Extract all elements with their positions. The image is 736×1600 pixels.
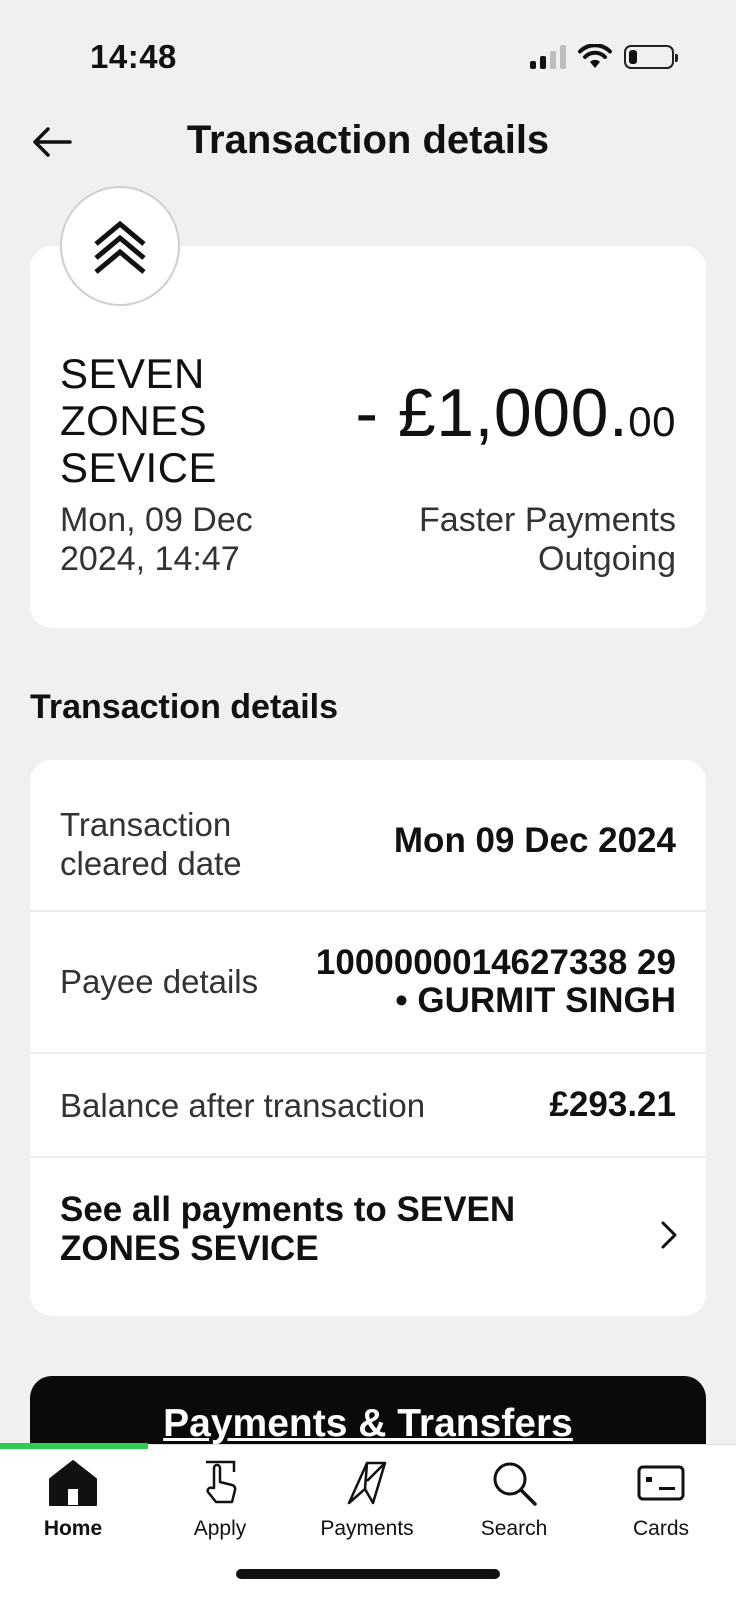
transaction-details-card: Transaction cleared date Mon 09 Dec 2024… [30, 760, 706, 1316]
payment-type: Faster Payments Outgoing [419, 501, 676, 578]
page-title: Transaction details [186, 118, 550, 162]
tab-payments[interactable]: Payments [302, 1455, 432, 1555]
see-all-label: See all payments to SEVEN ZONES SEVICE [60, 1190, 516, 1268]
detail-value: 1000000014627338 29 • GURMIT SINGH [315, 943, 676, 1020]
search-icon [493, 1462, 537, 1506]
tap-hand-icon [206, 1460, 237, 1504]
tab-label: Apply [193, 1517, 247, 1540]
amount-minor: 00 [628, 398, 676, 445]
tab-label: Search [480, 1517, 548, 1540]
detail-label: Balance after transaction [60, 1087, 426, 1124]
battery-icon [624, 45, 678, 69]
payments-icon [347, 1461, 387, 1505]
loading-progress-bar [0, 1443, 148, 1449]
double-chevron-up-icon [94, 220, 146, 274]
cellular-signal-icon [530, 45, 566, 69]
detail-label: Payee details [60, 963, 259, 1000]
transaction-date: Mon, 09 Dec 2024, 14:47 [60, 501, 253, 578]
nav-header: Transaction details [0, 110, 736, 174]
status-icons [530, 44, 678, 70]
section-heading: Transaction details [30, 688, 338, 726]
tab-home[interactable]: Home [8, 1455, 138, 1555]
detail-row-payee: Payee details 1000000014627338 29 • GURM… [30, 912, 706, 1054]
detail-label: Transaction cleared date [60, 806, 242, 882]
battery-level [629, 50, 637, 64]
tab-apply[interactable]: Apply [155, 1455, 285, 1555]
tab-cards[interactable]: Cards [596, 1455, 726, 1555]
wifi-icon [578, 44, 612, 68]
tab-label: Cards [632, 1517, 690, 1540]
chevron-right-icon [661, 1221, 677, 1249]
status-bar: 14:48 [0, 0, 736, 110]
tab-label: Payments [320, 1517, 414, 1540]
merchant-logo [60, 186, 180, 306]
see-all-payments-link[interactable]: See all payments to SEVEN ZONES SEVICE [30, 1160, 706, 1316]
detail-row-cleared-date: Transaction cleared date Mon 09 Dec 2024 [30, 760, 706, 912]
home-indicator [236, 1569, 500, 1579]
transaction-amount: - £1,000.00 [355, 374, 676, 452]
detail-value: £293.21 [549, 1085, 676, 1124]
tab-label: Home [43, 1517, 103, 1540]
merchant-name: SEVEN ZONES SEVICE [60, 350, 218, 491]
amount-major: - £1,000. [355, 375, 629, 451]
card-icon [637, 1465, 685, 1501]
status-time: 14:48 [90, 38, 177, 75]
tab-search[interactable]: Search [449, 1455, 579, 1555]
detail-value: Mon 09 Dec 2024 [393, 821, 676, 860]
detail-row-balance: Balance after transaction £293.21 [30, 1054, 706, 1158]
home-icon [49, 1460, 97, 1506]
